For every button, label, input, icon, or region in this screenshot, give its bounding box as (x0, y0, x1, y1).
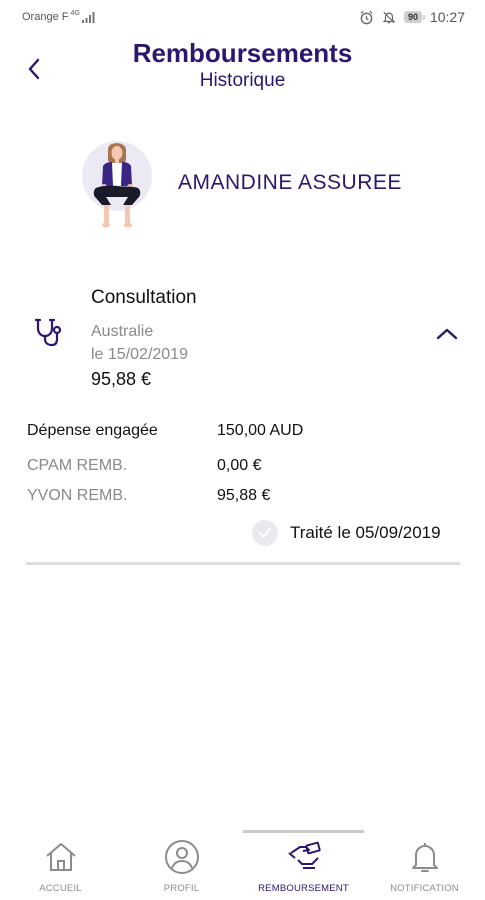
page-title: Remboursements (132, 38, 353, 68)
detail-value: 0,00 € (217, 457, 262, 474)
status-bar: Orange F 4G 90 10:27 (0, 0, 485, 36)
bell-off-icon (382, 11, 396, 23)
collapse-button[interactable] (434, 322, 460, 346)
chevron-up-icon (436, 328, 458, 340)
claim-country: Australie (91, 323, 154, 340)
nav-label: PROFIL (163, 883, 200, 894)
network-type: 4G (70, 9, 80, 17)
detail-label: CPAM REMB. (27, 457, 128, 474)
carrier-name: Orange F (22, 11, 69, 23)
nav-item-remboursement[interactable]: REMBOURSEMENT (243, 820, 364, 900)
status-check (252, 520, 278, 546)
status-bar-left: Orange F 4G (22, 9, 96, 23)
profile-icon (164, 840, 199, 874)
person-avatar-illustration (82, 141, 152, 228)
nav-label: NOTIFICATION (390, 883, 459, 894)
claim-title: Consultation (91, 287, 197, 308)
clock-time: 10:27 (429, 9, 465, 25)
nav-label: ACCUEIL (39, 883, 82, 894)
processed-status: Traité le 05/09/2019 (290, 523, 441, 542)
alarm-icon (360, 10, 373, 24)
divider (26, 562, 460, 565)
page-subtitle: Historique (199, 70, 286, 91)
nav-item-accueil[interactable]: ACCUEIL (0, 820, 121, 900)
page-header: Remboursements Historique (0, 36, 485, 106)
avatar (80, 136, 154, 234)
detail-value: 95,88 € (217, 487, 271, 504)
signal-icon (81, 11, 95, 23)
bottom-nav: ACCUEIL PROFIL REMBOURSEMENT NOTIFICATIO… (0, 820, 485, 900)
detail-label: YVON REMB. (27, 487, 128, 504)
nav-label: REMBOURSEMENT (258, 883, 349, 894)
bell-icon (411, 843, 438, 872)
nav-item-notification[interactable]: NOTIFICATION (364, 820, 485, 900)
claim-amount: 95,88 € (91, 369, 152, 389)
status-bar-right: 90 10:27 (359, 9, 465, 25)
user-name: AMANDINE ASSUREE (178, 171, 402, 194)
check-icon (259, 528, 271, 538)
detail-label: Dépense engagée (27, 422, 158, 439)
stethoscope-icon (34, 318, 62, 347)
claim-type-icon (32, 316, 64, 348)
reimbursement-icon (287, 841, 321, 869)
home-icon (45, 843, 76, 871)
battery-icon: 90 (403, 11, 425, 23)
nav-item-profil[interactable]: PROFIL (121, 820, 242, 900)
detail-value: 150,00 AUD (217, 422, 304, 439)
claim-date: le 15/02/2019 (91, 346, 188, 363)
